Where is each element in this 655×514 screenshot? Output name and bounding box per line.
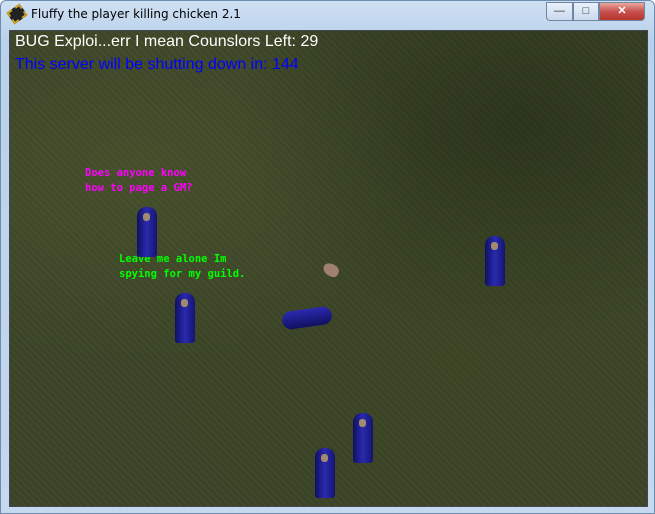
counselor-character[interactable] <box>315 448 335 498</box>
minimize-button[interactable]: — <box>546 2 573 21</box>
speech-bubble-gm: Does anyone know how to page a GM? <box>85 167 193 194</box>
app-icon <box>6 3 28 25</box>
counselors-left-text: BUG Exploi...err I mean Counslors Left: … <box>15 33 319 50</box>
counselor-character[interactable] <box>353 413 373 463</box>
app-window: Fluffy the player killing chicken 2.1 — … <box>0 0 655 514</box>
counselor-character[interactable] <box>175 293 195 343</box>
chicken-player[interactable] <box>321 261 341 279</box>
counselor-character[interactable] <box>485 236 505 286</box>
close-button[interactable]: ✕ <box>599 2 645 21</box>
window-title: Fluffy the player killing chicken 2.1 <box>31 7 241 21</box>
fallen-counselor[interactable] <box>280 305 334 331</box>
counselor-character[interactable] <box>137 207 157 257</box>
game-viewport[interactable]: BUG Exploi...err I mean Counslors Left: … <box>9 30 648 507</box>
maximize-button[interactable]: □ <box>573 2 599 21</box>
shutdown-countdown-text: This server will be shutting down in: 14… <box>15 56 299 73</box>
